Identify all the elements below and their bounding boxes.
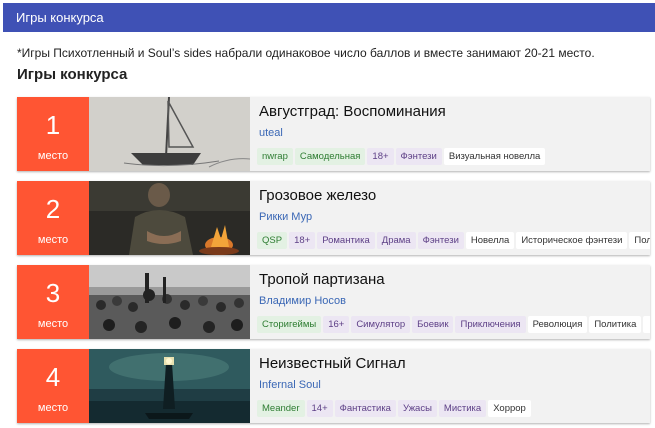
game-author-link[interactable]: Infernal Soul: [259, 379, 321, 391]
top-bar: Игры конкурса: [3, 3, 655, 32]
game-author-link[interactable]: uteal: [259, 127, 283, 139]
tag-genre[interactable]: 18+: [367, 148, 394, 165]
game-title[interactable]: Августград: Воспоминания: [259, 103, 446, 120]
tag-list: nwrap Самодельная 18+ Фэнтези Визуальная…: [257, 148, 546, 165]
rank-label: место: [37, 150, 69, 162]
tag-genre[interactable]: Драма: [376, 232, 416, 249]
rank-label: место: [37, 318, 69, 330]
tag-platform[interactable]: nwrap: [257, 148, 293, 165]
tag-genre[interactable]: Приключения: [455, 316, 526, 333]
tie-note: *Игры Психотленный и Soul’s sides набрал…: [17, 46, 595, 60]
tag-platform[interactable]: Самодельная: [294, 148, 366, 165]
tag-genre[interactable]: Боевик: [412, 316, 454, 333]
sailboat-sketch-image[interactable]: [89, 97, 250, 171]
tag-custom[interactable]: Политика: [589, 316, 642, 333]
rank-badge: 1 место: [17, 97, 89, 171]
rank-number: 4: [45, 362, 61, 392]
game-card-1[interactable]: 1 место Августград: Воспоминания uteal n…: [17, 97, 650, 171]
tag-list: QSP 18+ Романтика Драма Фэнтези Новелла …: [257, 232, 650, 249]
game-title[interactable]: Грозовое железо: [259, 187, 376, 204]
tag-genre[interactable]: 14+: [306, 400, 333, 417]
rank-label: место: [37, 402, 69, 414]
tag-platform[interactable]: Meander: [257, 400, 305, 417]
rank-number: 2: [45, 194, 61, 224]
tag-genre[interactable]: Мистика: [438, 400, 487, 417]
section-title: Игры конкурса: [17, 66, 128, 83]
game-card-2[interactable]: 2 место Грозовое железо Рикки Мур QSP 18…: [17, 181, 650, 255]
tag-list: Meander 14+ Фантастика Ужасы Мистика Хор…: [257, 400, 531, 417]
game-author-link[interactable]: Владимир Носов: [259, 295, 346, 307]
crowd-photo-image[interactable]: [89, 265, 250, 339]
tag-genre[interactable]: Фантастика: [334, 400, 396, 417]
tag-custom[interactable]: Пол: [629, 232, 650, 249]
tag-genre[interactable]: 16+: [323, 316, 350, 333]
tag-genre[interactable]: Ужасы: [397, 400, 437, 417]
tag-custom[interactable]: Историческое фэнтези: [516, 232, 628, 249]
tag-genre[interactable]: Симулятор: [351, 316, 411, 333]
tag-genre[interactable]: Фэнтези: [395, 148, 442, 165]
tag-platform[interactable]: Сторигеймы: [257, 316, 322, 333]
tag-custom[interactable]: [643, 316, 650, 333]
rank-number: 1: [45, 110, 61, 140]
rank-badge: 2 место: [17, 181, 89, 255]
game-title[interactable]: Неизвестный Сигнал: [259, 355, 406, 372]
tag-custom[interactable]: Хоррор: [488, 400, 531, 417]
tag-custom[interactable]: Визуальная новелла: [443, 148, 546, 165]
game-author-link[interactable]: Рикки Мур: [259, 211, 312, 223]
rank-badge: 4 место: [17, 349, 89, 423]
tag-custom[interactable]: Революция: [527, 316, 588, 333]
game-card-3[interactable]: 3 место Тропой партизана Владимир Носов …: [17, 265, 650, 339]
rank-number: 3: [45, 278, 61, 308]
game-card-4[interactable]: 4 место Неизвестный Сигнал Infernal Soul…: [17, 349, 650, 423]
tag-genre[interactable]: Фэнтези: [417, 232, 464, 249]
game-title[interactable]: Тропой партизана: [259, 271, 385, 288]
top-bar-title: Игры конкурса: [16, 10, 104, 25]
tag-list: Сторигеймы 16+ Симулятор Боевик Приключе…: [257, 316, 650, 333]
lighthouse-image[interactable]: [89, 349, 250, 423]
rank-badge: 3 место: [17, 265, 89, 339]
rank-label: место: [37, 234, 69, 246]
tag-platform[interactable]: QSP: [257, 232, 288, 249]
campfire-man-image[interactable]: [89, 181, 250, 255]
tag-custom[interactable]: Новелла: [465, 232, 515, 249]
tag-genre[interactable]: 18+: [289, 232, 316, 249]
tag-genre[interactable]: Романтика: [317, 232, 375, 249]
